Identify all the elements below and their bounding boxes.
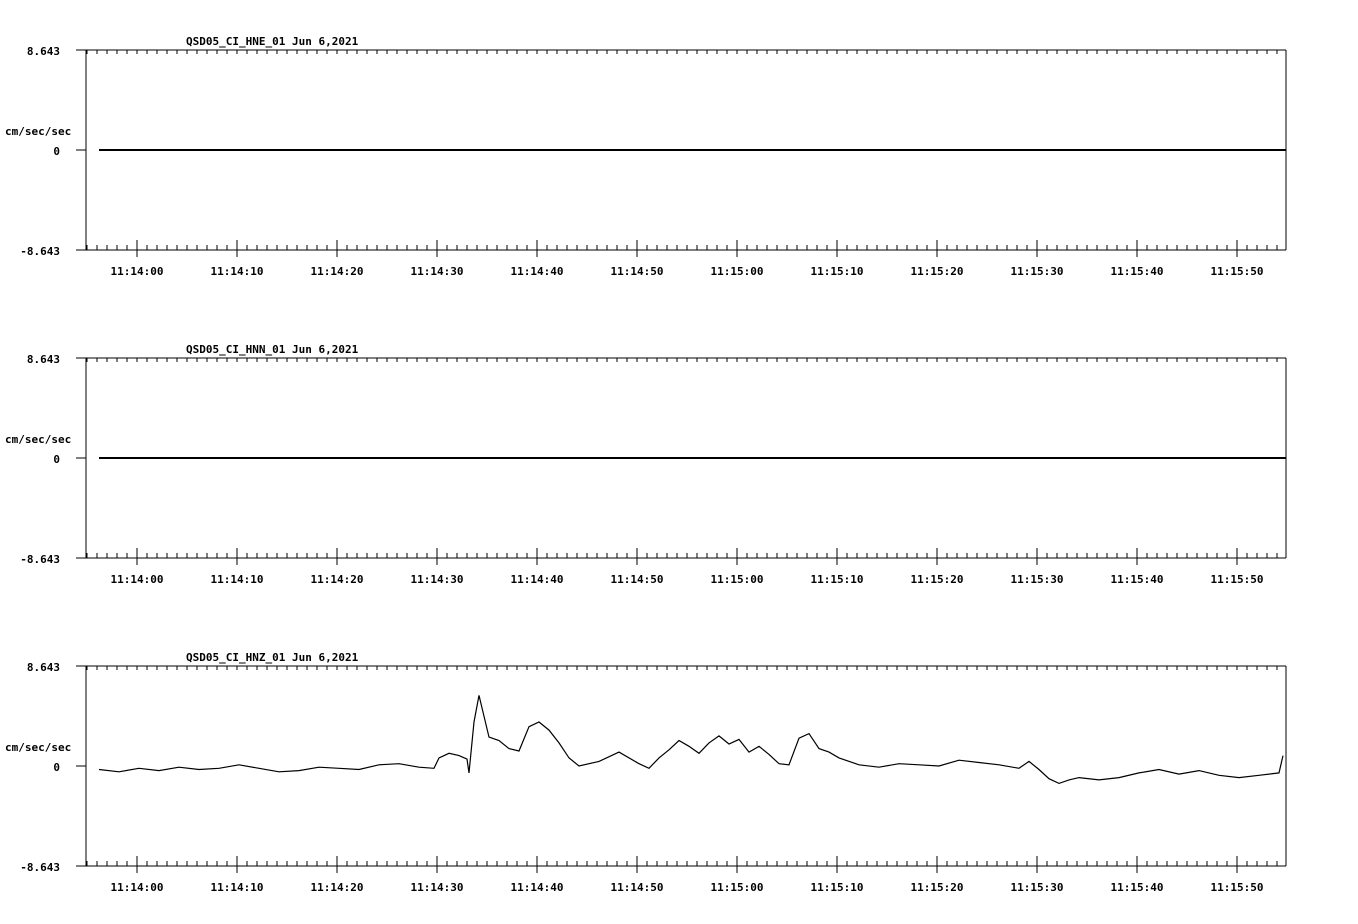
x-tick-label: 11:14:10	[211, 265, 264, 278]
x-tick-label: 11:14:40	[511, 573, 564, 586]
y-tick-label-zero: 0	[53, 145, 60, 158]
x-tick-label: 11:14:30	[411, 265, 464, 278]
trace-line	[98, 695, 1284, 785]
x-tick-label: 11:15:20	[911, 881, 964, 894]
panel-title: QSD05_CI_HNN_01 Jun 6,2021	[186, 343, 359, 356]
y-tick-label-max: 8.643	[27, 353, 60, 366]
x-tick-label: 11:14:30	[411, 573, 464, 586]
x-tick-label: 11:14:50	[611, 265, 664, 278]
x-tick-label: 11:14:40	[511, 881, 564, 894]
panel-title: QSD05_CI_HNZ_01 Jun 6,2021	[186, 651, 359, 664]
x-tick-label: 11:15:10	[811, 573, 864, 586]
y-tick-label-max: 8.643	[27, 45, 60, 58]
x-tick-label: 11:15:40	[1111, 265, 1164, 278]
x-tick-label: 11:15:00	[711, 573, 764, 586]
x-tick-label: 11:14:50	[611, 881, 664, 894]
x-tick-label: 11:15:30	[1011, 881, 1064, 894]
x-tick-label: 11:14:00	[111, 265, 164, 278]
y-tick-label-zero: 0	[53, 761, 60, 774]
x-tick-label: 11:15:40	[1111, 881, 1164, 894]
x-tick-label: 11:14:50	[611, 573, 664, 586]
y-tick-label-zero: 0	[53, 453, 60, 466]
x-tick-label: 11:14:20	[311, 881, 364, 894]
x-tick-label: 11:15:30	[1011, 265, 1064, 278]
x-tick-label: 11:15:20	[911, 573, 964, 586]
x-tick-label: 11:14:00	[111, 573, 164, 586]
x-tick-label: 11:14:30	[411, 881, 464, 894]
seismogram-figure: 11:14:00 11:14:10 11:14:20 11:14:30 11:14:40…	[5, 35, 1287, 894]
x-tick-label: 11:14:10	[211, 881, 264, 894]
x-tick-label: 11:14:40	[511, 265, 564, 278]
x-tick-label: 11:15:20	[911, 265, 964, 278]
x-tick-label: 11:14:10	[211, 573, 264, 586]
y-tick-label-min: -8.643	[20, 553, 60, 566]
y-tick-label-max: 8.643	[27, 661, 60, 674]
x-tick-label: 11:14:20	[311, 265, 364, 278]
x-tick-label: 11:15:00	[711, 265, 764, 278]
y-tick-label-min: -8.643	[20, 861, 60, 874]
y-axis-label: cm/sec/sec	[5, 433, 71, 446]
x-tick-label: 11:15:30	[1011, 573, 1064, 586]
x-tick-label: 11:14:00	[111, 881, 164, 894]
x-tick-label: 11:15:10	[811, 881, 864, 894]
x-tick-label: 11:15:10	[811, 265, 864, 278]
x-tick-label: 11:15:40	[1111, 573, 1164, 586]
y-axis-label: cm/sec/sec	[5, 741, 71, 754]
y-tick-label-min: -8.643	[20, 245, 60, 258]
x-tick-label: 11:15:50	[1211, 881, 1264, 894]
x-tick-label: 11:15:50	[1211, 573, 1264, 586]
panel-title: QSD05_CI_HNE_01 Jun 6,2021	[186, 35, 359, 48]
y-axis-label: cm/sec/sec	[5, 125, 71, 138]
x-tick-label: 11:14:20	[311, 573, 364, 586]
x-tick-label: 11:15:50	[1211, 265, 1264, 278]
x-tick-label: 11:15:00	[711, 881, 764, 894]
